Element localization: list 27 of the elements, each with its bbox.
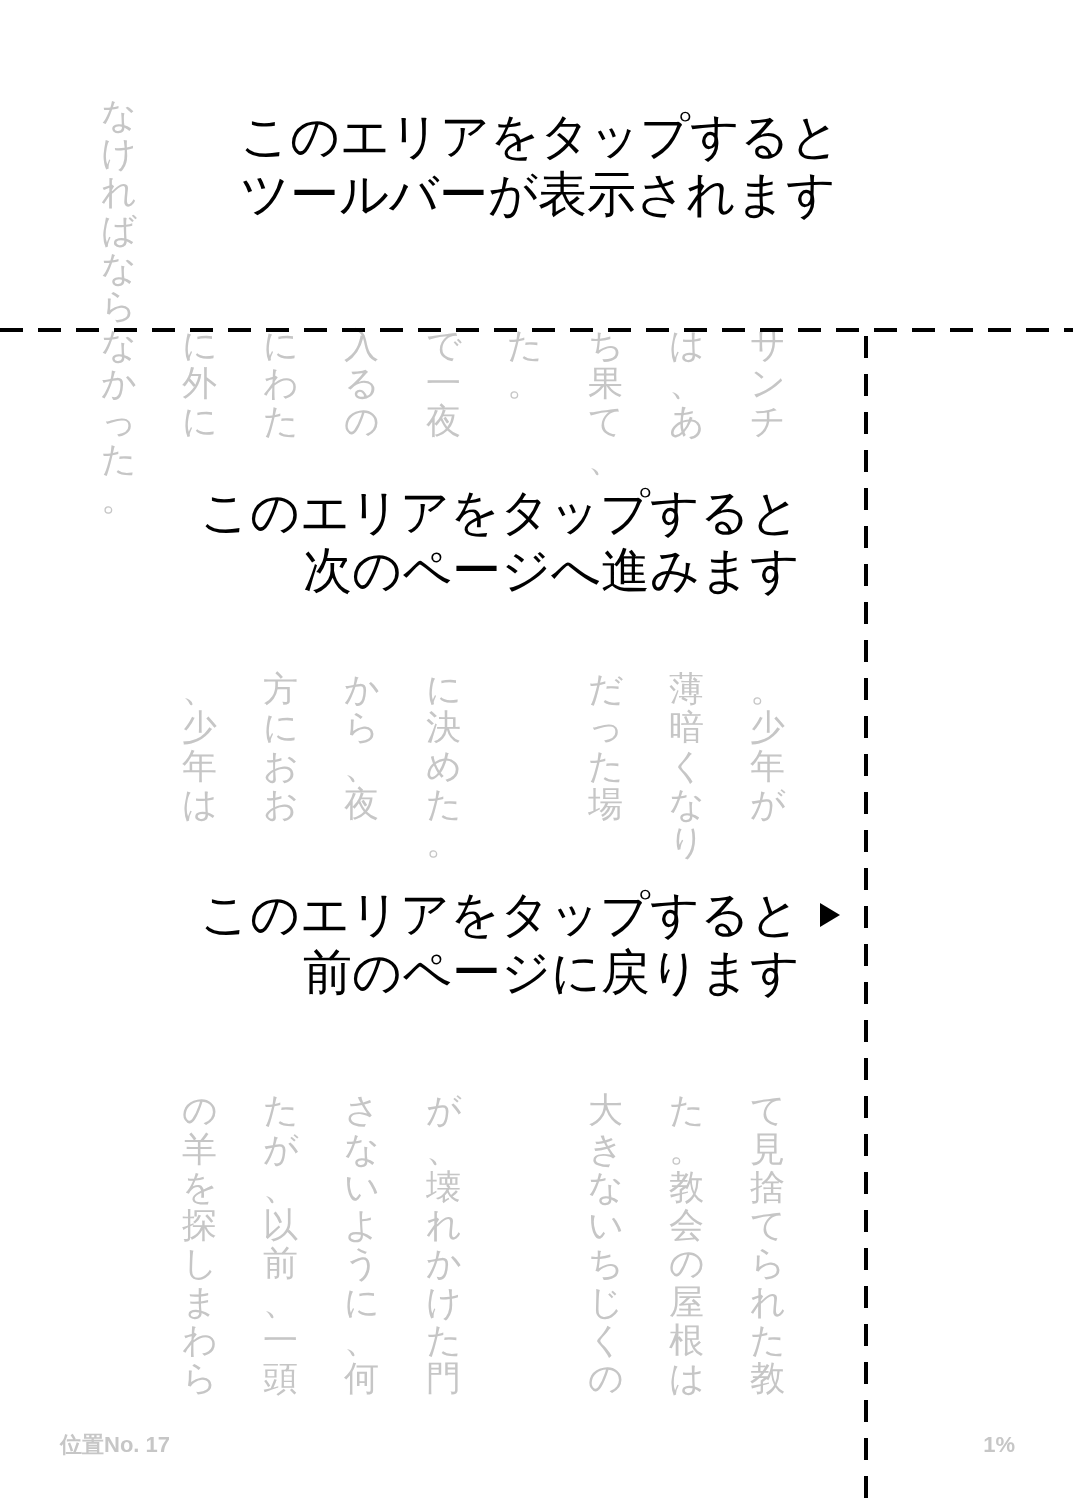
tap-hint-text: このエリアをタップすると ツールバーが表示されます xyxy=(240,108,840,224)
page-text: は、あ xyxy=(669,325,704,441)
page-text: に外に xyxy=(182,325,217,441)
page-text: の羊を探しまわら xyxy=(182,1091,217,1398)
page-text: たが、以前、一頭 xyxy=(263,1091,299,1398)
page-text: て見捨てられた教 xyxy=(750,1091,785,1398)
page-text: だった場 xyxy=(587,670,623,824)
page-text: にわた xyxy=(263,325,299,441)
page-text: で一夜 xyxy=(425,325,461,441)
page-text: 。少年が xyxy=(750,670,785,824)
page-text: 薄暗くなり xyxy=(669,670,704,862)
tap-hint-text: このエリアをタップすると 次のページへ進みます xyxy=(200,484,800,600)
page-text: 大きないちじくの xyxy=(587,1091,623,1398)
progress-percent: 1% xyxy=(983,1432,1015,1458)
tap-hint-text: このエリアをタップすると 前のページに戻ります xyxy=(200,886,800,1002)
page-text: ち果て、 xyxy=(587,325,623,479)
page-text: なければならなかった。 xyxy=(101,96,136,517)
location-text: 位置No. 17 xyxy=(60,1431,171,1459)
page-text: サンチ xyxy=(750,325,785,441)
page-text: に決めた。 xyxy=(425,670,461,862)
page-text: 方におお xyxy=(263,670,299,824)
page-text: が、壊れかけた門 xyxy=(425,1091,461,1398)
page-text: から、夜 xyxy=(344,670,380,824)
page-text: さないように、何 xyxy=(344,1091,380,1398)
page-text: た。教会の屋根は xyxy=(669,1091,704,1398)
page-text: た。 xyxy=(506,325,542,403)
page-text: 、少年は xyxy=(182,670,217,824)
